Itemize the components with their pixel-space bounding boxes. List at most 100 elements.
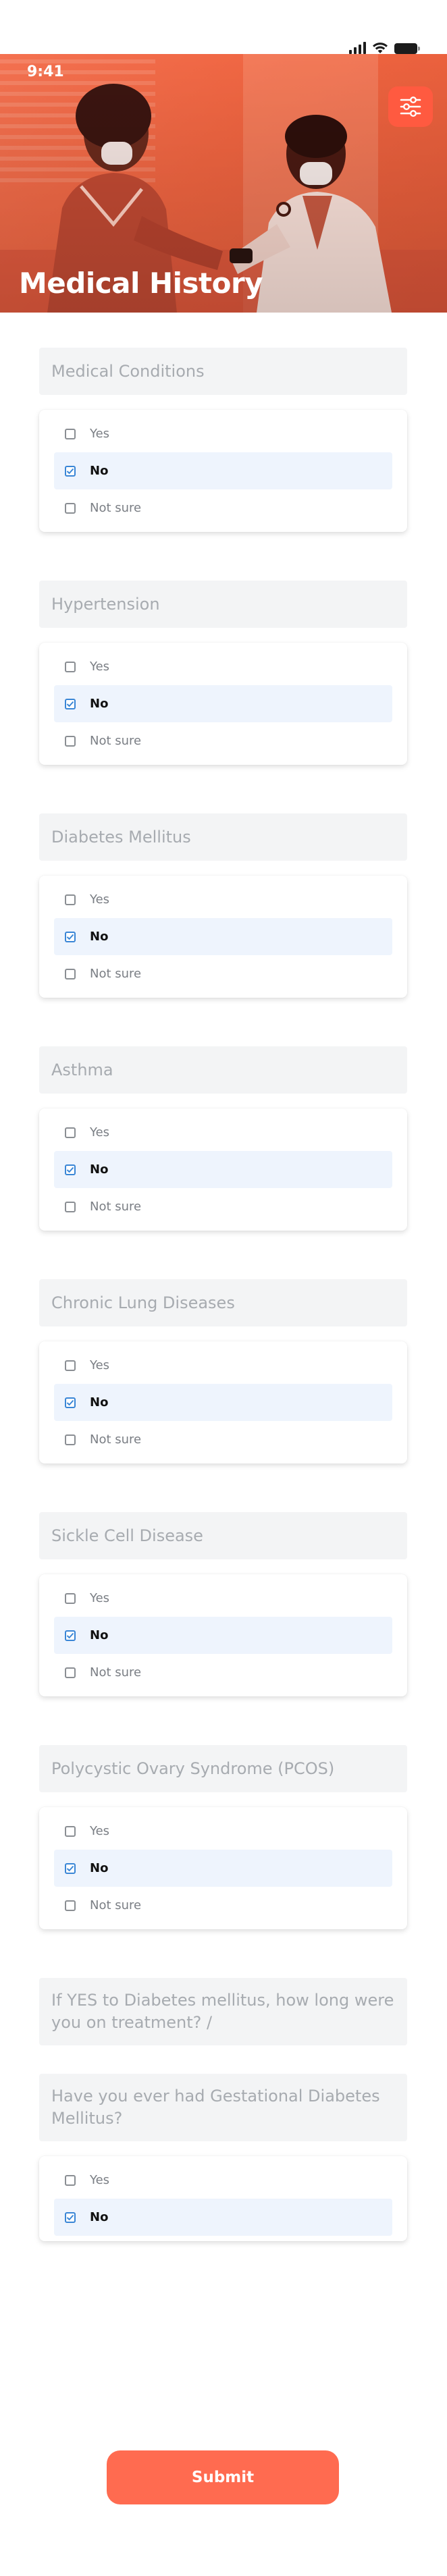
question-sickle-cell-disease: Sickle Cell Disease Yes No Not sure: [39, 1512, 407, 1696]
option-no[interactable]: No: [54, 685, 392, 722]
option-yes[interactable]: Yes: [54, 881, 392, 918]
option-no[interactable]: No: [54, 1151, 392, 1188]
option-label: Not sure: [90, 1898, 142, 1912]
option-label: No: [90, 697, 109, 711]
diabetes-treatment-input[interactable]: If YES to Diabetes mellitus, how long we…: [39, 1978, 407, 2045]
checkbox-unchecked-icon[interactable]: [65, 1667, 76, 1678]
option-no[interactable]: No: [54, 2199, 392, 2236]
option-no[interactable]: No: [54, 1850, 392, 1887]
option-label: Yes: [90, 2173, 110, 2187]
status-time: 9:41: [27, 63, 64, 80]
option-label: Not sure: [90, 967, 142, 981]
submit-button[interactable]: Submit: [107, 2450, 339, 2504]
question-label: Polycystic Ovary Syndrome (PCOS): [39, 1745, 407, 1792]
question-label: Chronic Lung Diseases: [39, 1279, 407, 1326]
checkbox-unchecked-icon[interactable]: [65, 894, 76, 905]
checkbox-unchecked-icon[interactable]: [65, 1127, 76, 1138]
option-label: No: [90, 1628, 109, 1642]
status-icons: [349, 39, 420, 54]
options-card: Yes No Not sure: [39, 1341, 407, 1464]
option-not-sure[interactable]: Not sure: [54, 1421, 392, 1458]
option-no[interactable]: No: [54, 918, 392, 955]
option-label: Yes: [90, 892, 110, 907]
status-bar: [0, 0, 447, 54]
sliders-icon: [400, 97, 421, 117]
checkbox-checked-icon[interactable]: [65, 1397, 76, 1408]
checkbox-unchecked-icon[interactable]: [65, 661, 76, 672]
question-label: Hypertension: [39, 581, 407, 628]
checkbox-unchecked-icon[interactable]: [65, 428, 76, 439]
checkbox-checked-icon[interactable]: [65, 1164, 76, 1175]
option-no[interactable]: No: [54, 452, 392, 489]
checkbox-unchecked-icon[interactable]: [65, 1434, 76, 1445]
option-label: Yes: [90, 1591, 110, 1605]
option-yes[interactable]: Yes: [54, 2162, 392, 2199]
question-chronic-lung-diseases: Chronic Lung Diseases Yes No Not sure: [39, 1279, 407, 1464]
option-yes[interactable]: Yes: [54, 1580, 392, 1617]
question-label: Sickle Cell Disease: [39, 1512, 407, 1559]
question-label: Diabetes Mellitus: [39, 813, 407, 861]
option-yes[interactable]: Yes: [54, 1813, 392, 1850]
option-yes[interactable]: Yes: [54, 415, 392, 452]
checkbox-checked-icon[interactable]: [65, 698, 76, 709]
option-yes[interactable]: Yes: [54, 1347, 392, 1384]
checkbox-checked-icon[interactable]: [65, 2211, 76, 2223]
option-label: No: [90, 464, 109, 478]
option-label: No: [90, 930, 109, 944]
option-not-sure[interactable]: Not sure: [54, 489, 392, 527]
option-label: Yes: [90, 1824, 110, 1838]
checkbox-unchecked-icon[interactable]: [65, 1825, 76, 1837]
option-label: Not sure: [90, 501, 142, 515]
checkbox-checked-icon[interactable]: [65, 465, 76, 477]
option-yes[interactable]: Yes: [54, 648, 392, 685]
options-card: Yes No Not sure: [39, 1574, 407, 1696]
question-pcos: Polycystic Ovary Syndrome (PCOS) Yes No …: [39, 1745, 407, 1929]
option-label: Yes: [90, 1125, 110, 1139]
option-not-sure[interactable]: Not sure: [54, 1654, 392, 1691]
battery-icon: [394, 43, 420, 54]
question-asthma: Asthma Yes No Not sure: [39, 1046, 407, 1231]
option-label: Not sure: [90, 734, 142, 748]
option-label: Not sure: [90, 1432, 142, 1447]
checkbox-checked-icon[interactable]: [65, 1630, 76, 1641]
checkbox-unchecked-icon[interactable]: [65, 1201, 76, 1212]
options-card: Yes No Not sure: [39, 1807, 407, 1929]
option-label: Yes: [90, 1358, 110, 1372]
checkbox-checked-icon[interactable]: [65, 1862, 76, 1874]
checkbox-unchecked-icon[interactable]: [65, 735, 76, 747]
wifi-icon: [373, 43, 388, 53]
option-no[interactable]: No: [54, 1617, 392, 1654]
page-title: Medical History: [19, 267, 263, 300]
option-not-sure[interactable]: Not sure: [54, 955, 392, 992]
checkbox-unchecked-icon[interactable]: [65, 502, 76, 514]
hero-banner: Medical History: [0, 54, 447, 313]
question-label: Have you ever had Gestational Diabetes M…: [39, 2074, 407, 2141]
checkbox-unchecked-icon[interactable]: [65, 1592, 76, 1604]
options-card: Yes No Not sure: [39, 1108, 407, 1231]
filter-button[interactable]: [388, 86, 433, 127]
option-label: No: [90, 1395, 109, 1410]
question-hypertension: Hypertension Yes No Not sure: [39, 581, 407, 765]
option-yes[interactable]: Yes: [54, 1114, 392, 1151]
options-card: Yes No Not sure: [39, 410, 407, 532]
option-label: No: [90, 1162, 109, 1177]
option-not-sure[interactable]: Not sure: [54, 1188, 392, 1225]
options-card: Yes No Not sure: [39, 643, 407, 765]
checkbox-unchecked-icon[interactable]: [65, 1900, 76, 1911]
diabetes-treatment-placeholder[interactable]: If YES to Diabetes mellitus, how long we…: [39, 1978, 407, 2045]
option-no[interactable]: No: [54, 1384, 392, 1421]
option-label: No: [90, 1861, 109, 1875]
checkbox-unchecked-icon[interactable]: [65, 2174, 76, 2186]
checkbox-unchecked-icon[interactable]: [65, 1360, 76, 1371]
checkbox-checked-icon[interactable]: [65, 931, 76, 942]
question-diabetes-mellitus: Diabetes Mellitus Yes No Not sure: [39, 813, 407, 998]
question-label: Asthma: [39, 1046, 407, 1094]
question-medical-conditions: Medical Conditions Yes No Not sure: [39, 348, 407, 532]
checkbox-unchecked-icon[interactable]: [65, 968, 76, 980]
option-not-sure[interactable]: Not sure: [54, 1887, 392, 1924]
option-label: Not sure: [90, 1200, 142, 1214]
options-card: Yes No Not sure: [39, 876, 407, 998]
options-card: Yes No: [39, 2156, 407, 2241]
option-not-sure[interactable]: Not sure: [54, 722, 392, 759]
option-label: Not sure: [90, 1665, 142, 1680]
